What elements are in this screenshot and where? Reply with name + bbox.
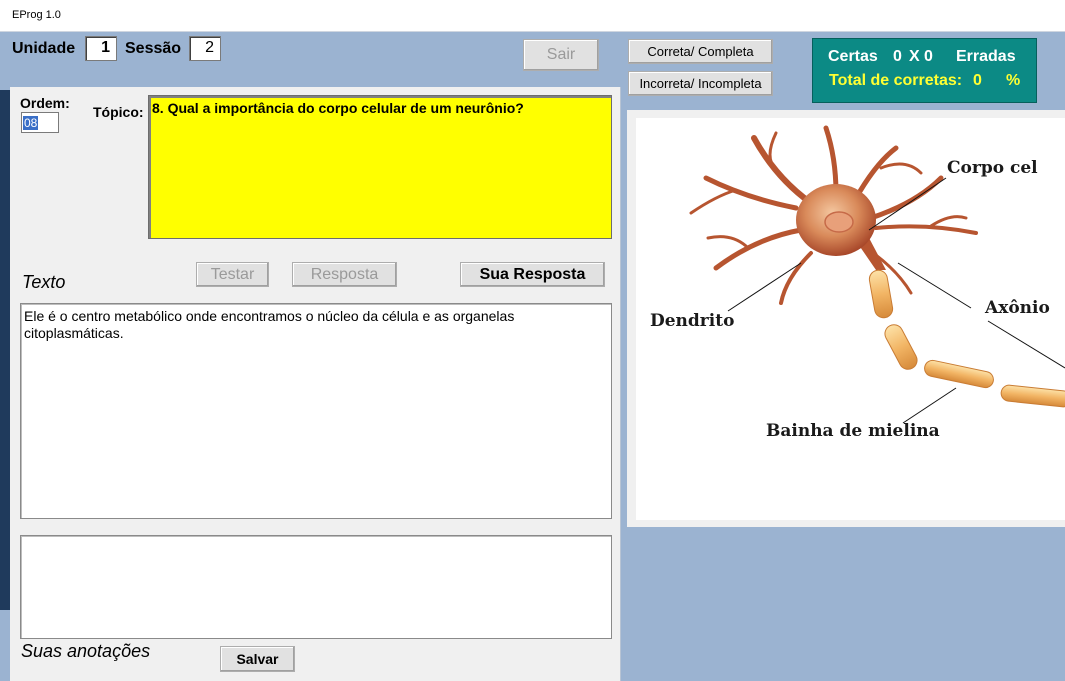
- ordem-value: 08: [23, 116, 39, 130]
- testar-button[interactable]: Testar: [196, 262, 269, 287]
- label-corpo-celular: Corpo cel: [947, 158, 1038, 178]
- certas-count: 0: [893, 48, 902, 65]
- label-bainha-mielina: Bainha de mielina: [766, 421, 940, 441]
- total-corretas-value: 0: [973, 72, 982, 89]
- background-window-strip: [0, 90, 10, 610]
- neuron-image: Corpo cel Dendrito Axônio Bainha de miel…: [636, 118, 1065, 520]
- title-bar: EProg 1.0: [0, 0, 1065, 32]
- window-title: EProg 1.0: [12, 9, 61, 21]
- resposta-button[interactable]: Resposta: [292, 262, 397, 287]
- sua-resposta-button[interactable]: Sua Resposta: [460, 262, 605, 287]
- ordem-label: Ordem:: [20, 95, 70, 111]
- answer-textarea[interactable]: Ele é o centro metabólico onde encontram…: [20, 303, 612, 519]
- sessao-field[interactable]: 2: [189, 36, 221, 61]
- topico-label: Tópico:: [93, 104, 144, 120]
- ordem-field[interactable]: 08: [21, 112, 59, 133]
- texto-label: Texto: [22, 272, 66, 292]
- total-corretas-label: Total de corretas:: [829, 72, 963, 89]
- sair-button[interactable]: Sair: [523, 39, 599, 71]
- suas-anotacoes-label: Suas anotações: [21, 641, 151, 661]
- correta-completa-button[interactable]: Correta/ Completa: [628, 39, 773, 64]
- label-dendrito: Dendrito: [650, 311, 735, 331]
- salvar-button[interactable]: Salvar: [220, 646, 295, 672]
- erradas-count: 0: [924, 48, 933, 65]
- score-panel: Certas 0 X 0 Erradas Total de corretas: …: [812, 38, 1037, 103]
- unidade-label: Unidade: [12, 40, 76, 57]
- label-axonio: Axônio: [985, 298, 1050, 318]
- score-separator: X: [909, 48, 920, 65]
- erradas-label: Erradas: [956, 48, 1016, 65]
- percent-sign: %: [1006, 72, 1021, 89]
- unidade-field[interactable]: 1: [85, 36, 117, 61]
- topico-text[interactable]: 8. Qual a importância do corpo celular d…: [148, 95, 612, 239]
- certas-label: Certas: [828, 48, 878, 65]
- incorreta-incompleta-button[interactable]: Incorreta/ Incompleta: [628, 71, 773, 96]
- notes-textarea[interactable]: [20, 535, 612, 639]
- sessao-label: Sessão: [125, 40, 182, 57]
